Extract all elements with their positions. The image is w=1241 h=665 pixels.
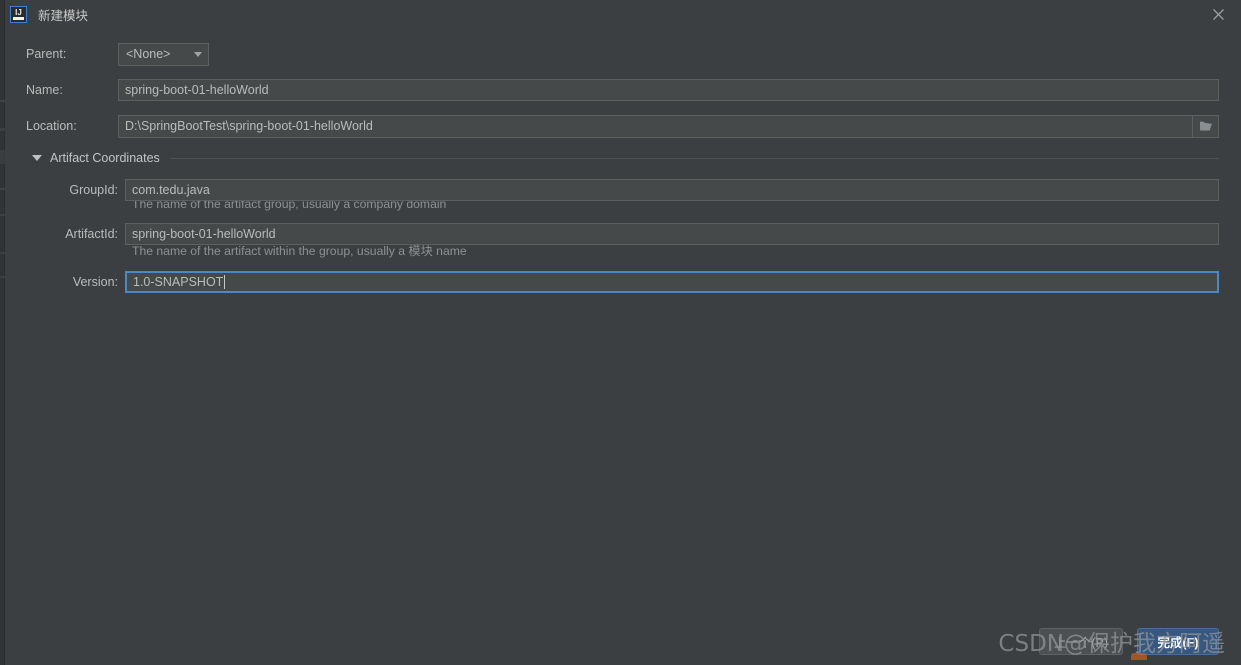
artifact-id-input-value: spring-boot-01-helloWorld — [132, 227, 276, 241]
location-input[interactable]: D:\SpringBootTest\spring-boot-01-helloWo… — [118, 114, 1192, 138]
version-label: Version: — [72, 275, 118, 289]
location-input-value: D:\SpringBootTest\spring-boot-01-helloWo… — [125, 119, 373, 133]
artifact-id-input[interactable]: spring-boot-01-helloWorld — [125, 223, 1219, 245]
version-row: Version: 1.0-SNAPSHOT — [5, 271, 1241, 293]
version-input[interactable]: 1.0-SNAPSHOT — [125, 271, 1219, 293]
version-input-value: 1.0-SNAPSHOT — [133, 275, 224, 289]
artifact-coordinates-label: Artifact Coordinates — [50, 151, 160, 165]
parent-select[interactable]: <None> — [118, 42, 209, 66]
parent-row: Parent: <None> — [5, 42, 1241, 66]
location-label: Location: — [26, 119, 77, 133]
text-caret — [224, 275, 226, 289]
dialog-footer: 上一个(P) 完成(F) — [1038, 628, 1219, 655]
previous-button[interactable]: 上一个(P) — [1038, 628, 1123, 655]
parent-select-value: <None> — [126, 47, 171, 61]
artifact-coordinates-section-header[interactable]: Artifact Coordinates — [5, 151, 1241, 165]
close-icon[interactable] — [1196, 0, 1241, 28]
group-id-input[interactable]: com.tedu.java — [125, 179, 1219, 201]
artifact-id-row: ArtifactId: spring-boot-01-helloWorld — [5, 223, 1241, 245]
name-input-value: spring-boot-01-helloWorld — [125, 83, 269, 97]
parent-label: Parent: — [26, 47, 67, 61]
dialog-titlebar: IJ 新建模块 — [5, 0, 1241, 28]
dialog-title: 新建模块 — [38, 8, 89, 23]
module-form: Parent: <None> Name: spring-boot-01-hell… — [5, 28, 1241, 293]
triangle-down-icon — [32, 155, 42, 161]
name-label: Name: — [26, 83, 63, 97]
finish-button[interactable]: 完成(F) — [1137, 628, 1219, 655]
intellij-idea-icon: IJ — [10, 5, 27, 23]
name-row: Name: spring-boot-01-helloWorld — [5, 79, 1241, 101]
location-row: Location: D:\SpringBootTest\spring-boot-… — [5, 114, 1241, 138]
section-divider — [169, 157, 1219, 159]
folder-icon[interactable] — [1192, 114, 1219, 138]
group-id-label: GroupId: — [69, 183, 118, 197]
new-module-dialog: IJ 新建模块 Parent: <None> Name: spring-boot… — [5, 0, 1241, 665]
group-id-input-value: com.tedu.java — [132, 183, 210, 197]
artifact-id-label: ArtifactId: — [65, 227, 118, 241]
group-id-row: GroupId: com.tedu.java — [5, 179, 1241, 201]
chevron-down-icon — [194, 51, 202, 57]
name-input[interactable]: spring-boot-01-helloWorld — [118, 79, 1219, 101]
